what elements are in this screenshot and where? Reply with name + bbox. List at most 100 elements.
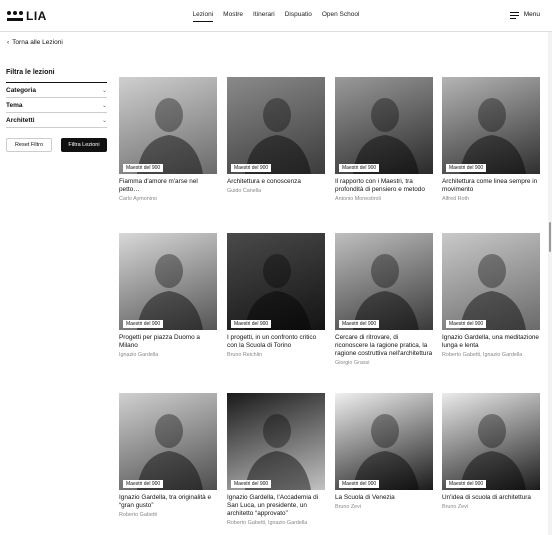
- category-badge: Maestri del 900: [123, 164, 164, 172]
- lesson-card[interactable]: Maestri del 900 Ignazio Gardella, tra ori…: [119, 393, 217, 519]
- lesson-thumbnail[interactable]: Maestri del 900: [335, 77, 433, 174]
- lesson-author: Giorgio Grassi: [335, 360, 370, 366]
- chevron-down-icon: ⌄: [101, 87, 107, 94]
- scrollbar-thumb[interactable]: [549, 222, 551, 252]
- category-badge: Maestri del 900: [446, 164, 487, 172]
- portrait-image: [353, 414, 419, 490]
- filter-label: Categoria: [6, 86, 36, 94]
- lesson-author: Roberto Gabetti, Ignazio Gardella: [442, 352, 523, 358]
- apply-filter-button[interactable]: Filtra Lezioni: [61, 138, 107, 152]
- lesson-thumbnail[interactable]: Maestri del 900: [442, 77, 540, 174]
- lesson-card[interactable]: Maestri del 900 Ignazio Gardella, l'Accad…: [227, 393, 325, 527]
- portrait-image: [137, 414, 203, 490]
- portrait-image: [353, 98, 419, 174]
- portrait-image: [460, 254, 526, 330]
- lesson-card[interactable]: Maestri del 900 Architettura come linea s…: [442, 77, 540, 203]
- lesson-thumbnail[interactable]: Maestri del 900: [119, 77, 217, 174]
- lesson-author: Roberto Gabetti, Ignazio Gardella: [227, 520, 308, 526]
- lesson-card[interactable]: Maestri del 900 Un'idea di scuola di arch…: [442, 393, 540, 511]
- category-badge: Maestri del 900: [446, 320, 487, 328]
- lesson-card[interactable]: Maestri del 900 I progetti, in un confron…: [227, 233, 325, 359]
- category-badge: Maestri del 900: [231, 480, 272, 488]
- category-badge: Maestri del 900: [339, 480, 380, 488]
- nav-item-dispuatio[interactable]: Dispuatio: [285, 11, 312, 22]
- menu-label: Menu: [523, 11, 540, 18]
- lesson-author: Bruno Zevi: [442, 504, 469, 510]
- reset-filter-button[interactable]: Reset Filtro: [6, 138, 52, 152]
- filter-sidebar: Filtra le lezioni Categoria ⌄ Tema ⌄ Arc…: [6, 69, 107, 152]
- category-badge: Maestri del 900: [123, 320, 164, 328]
- lesson-thumbnail[interactable]: Maestri del 900: [335, 393, 433, 490]
- lesson-author: Alfred Roth: [442, 196, 469, 202]
- category-badge: Maestri del 900: [231, 164, 272, 172]
- lesson-card[interactable]: Maestri del 900 Progetti per piazza Duomo…: [119, 233, 217, 359]
- main-nav: Lezioni Mostre Itinerari Dispuatio Open …: [0, 11, 552, 22]
- lesson-title[interactable]: I progetti, in un confronto critico con …: [227, 334, 325, 350]
- chevron-left-icon: ‹: [7, 39, 10, 46]
- lesson-author: Guido Canella: [227, 188, 262, 194]
- nav-item-open-school[interactable]: Open School: [322, 11, 360, 22]
- portrait-image: [245, 254, 311, 330]
- portrait-image: [245, 98, 311, 174]
- lesson-author: Carlo Aymonino: [119, 196, 157, 202]
- lesson-title[interactable]: Il rapporto con i Maestri, tra profondit…: [335, 178, 433, 194]
- portrait-image: [460, 98, 526, 174]
- lesson-author: Antonio Monestiroli: [335, 196, 381, 202]
- lesson-title[interactable]: La Scuola di Venezia: [335, 494, 433, 502]
- lesson-title[interactable]: Architettura e conoscenza: [227, 178, 325, 186]
- filter-heading: Filtra le lezioni: [6, 69, 107, 83]
- lesson-title[interactable]: Un'idea di scuola di architettura: [442, 494, 540, 502]
- lesson-thumbnail[interactable]: Maestri del 900: [227, 77, 325, 174]
- portrait-image: [460, 414, 526, 490]
- chevron-down-icon: ⌄: [101, 102, 107, 109]
- category-badge: Maestri del 900: [339, 164, 380, 172]
- hamburger-icon: [509, 11, 519, 19]
- lesson-card[interactable]: Maestri del 900 Cercare di ritrovare, di …: [335, 233, 433, 367]
- portrait-image: [137, 254, 203, 330]
- lesson-card[interactable]: Maestri del 900 Ignazio Gardella, una med…: [442, 233, 540, 359]
- lesson-title[interactable]: Ignazio Gardella, tra originalità e “gra…: [119, 494, 217, 510]
- category-badge: Maestri del 900: [339, 320, 380, 328]
- portrait-image: [353, 254, 419, 330]
- lesson-title[interactable]: Progetti per piazza Duomo a Milano: [119, 334, 217, 350]
- filter-categoria[interactable]: Categoria ⌄: [6, 83, 107, 98]
- nav-item-itinerari[interactable]: Itinerari: [253, 11, 275, 22]
- lesson-title[interactable]: Cercare di ritrovare, di riconoscere la …: [335, 334, 433, 358]
- portrait-image: [137, 98, 203, 174]
- lesson-title[interactable]: Ignazio Gardella, l'Accademia di San Luc…: [227, 494, 325, 518]
- lesson-card[interactable]: Maestri del 900 Il rapporto con i Maestri…: [335, 77, 433, 203]
- category-badge: Maestri del 900: [446, 480, 487, 488]
- nav-item-mostre[interactable]: Mostre: [223, 11, 243, 22]
- lesson-card[interactable]: Maestri del 900 Architettura e conoscenza…: [227, 77, 325, 195]
- lesson-title[interactable]: Fiamma d'amore m'arse nel petto…: [119, 178, 217, 194]
- lesson-thumbnail[interactable]: Maestri del 900: [119, 393, 217, 490]
- lesson-title[interactable]: Architettura come linea sempre in movime…: [442, 178, 540, 194]
- filter-label: Tema: [6, 101, 23, 109]
- top-bar: LIA Lezioni Mostre Itinerari Dispuatio O…: [0, 0, 552, 32]
- filter-architetti[interactable]: Architetti ⌄: [6, 113, 107, 128]
- nav-item-lezioni[interactable]: Lezioni: [192, 11, 214, 22]
- lesson-title[interactable]: Ignazio Gardella, una meditazione lunga …: [442, 334, 540, 350]
- lesson-thumbnail[interactable]: Maestri del 900: [442, 393, 540, 490]
- lesson-author: Bruno Reichlin: [227, 352, 263, 358]
- chevron-down-icon: ⌄: [101, 117, 107, 124]
- filter-tema[interactable]: Tema ⌄: [6, 98, 107, 113]
- lesson-author: Bruno Zevi: [335, 504, 362, 510]
- back-label: Torna alle Lezioni: [12, 39, 63, 46]
- lesson-thumbnail[interactable]: Maestri del 900: [227, 233, 325, 330]
- lesson-thumbnail[interactable]: Maestri del 900: [442, 233, 540, 330]
- lesson-author: Roberto Gabetti: [119, 512, 158, 518]
- filter-label: Architetti: [6, 116, 35, 124]
- lesson-thumbnail[interactable]: Maestri del 900: [119, 233, 217, 330]
- category-badge: Maestri del 900: [123, 480, 164, 488]
- menu-button[interactable]: Menu: [509, 11, 540, 19]
- scrollbar[interactable]: [548, 32, 552, 535]
- lesson-card[interactable]: Maestri del 900 La Scuola di Venezia Bruno…: [335, 393, 433, 511]
- category-badge: Maestri del 900: [231, 320, 272, 328]
- back-link[interactable]: ‹ Torna alle Lezioni: [7, 39, 63, 46]
- portrait-image: [245, 414, 311, 490]
- lesson-author: Ignazio Gardella: [119, 352, 159, 358]
- lesson-thumbnail[interactable]: Maestri del 900: [335, 233, 433, 330]
- lesson-card[interactable]: Maestri del 900 Fiamma d'amore m'arse nel…: [119, 77, 217, 203]
- lesson-thumbnail[interactable]: Maestri del 900: [227, 393, 325, 490]
